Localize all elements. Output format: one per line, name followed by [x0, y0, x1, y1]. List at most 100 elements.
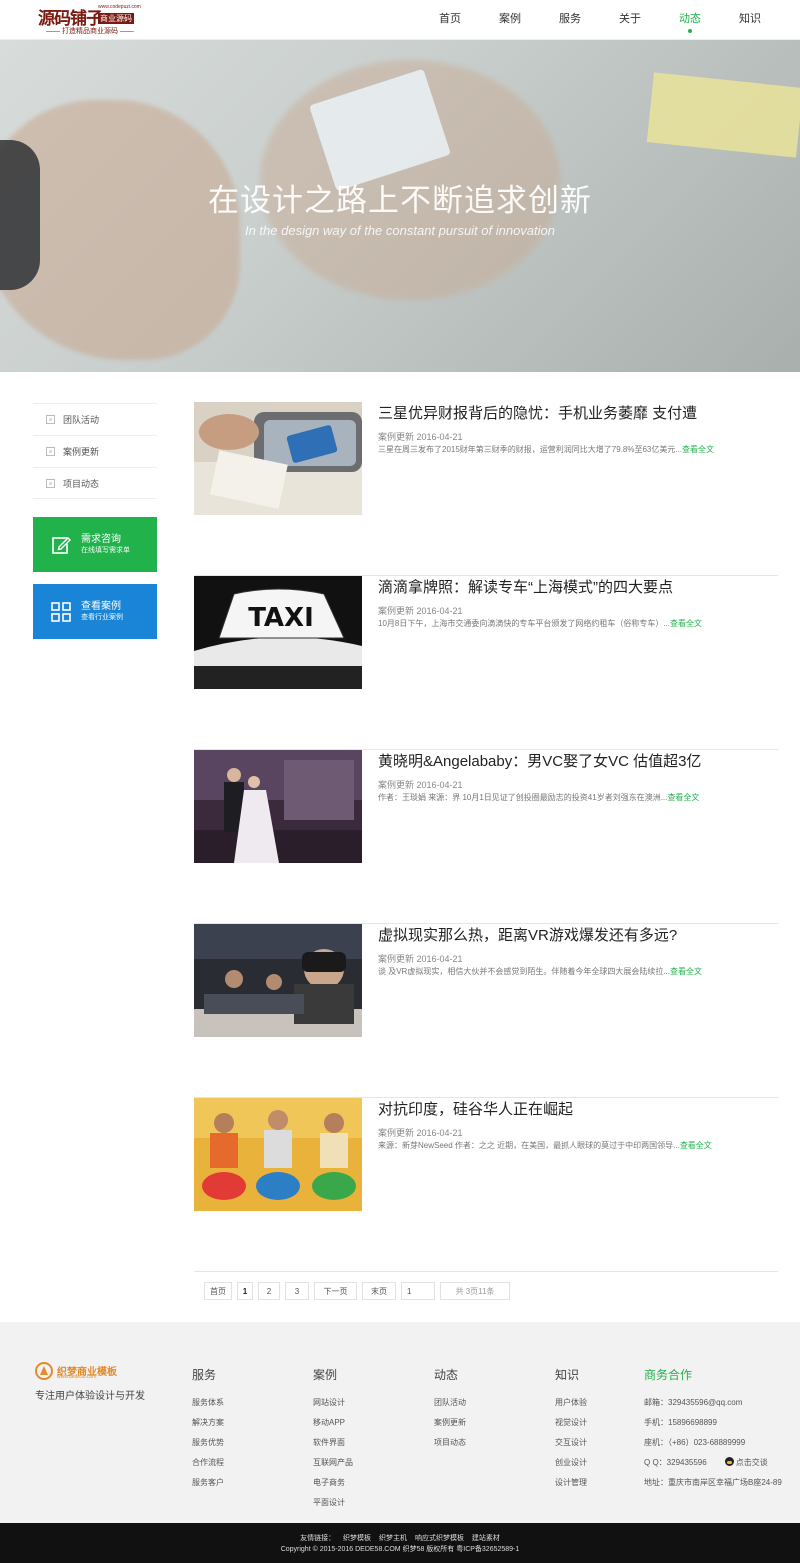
contact-address: 地址：重庆市南岸区幸福广场B座24-89	[644, 1478, 782, 1487]
logo-badge: 商业源码	[98, 13, 134, 24]
friend-link[interactable]: 响应式织梦模板	[415, 1535, 464, 1542]
article-title[interactable]: 三星优异财报背后的隐忧：手机业务萎靡 支付遭	[378, 402, 697, 423]
footer-link[interactable]: 团队活动	[434, 1393, 466, 1413]
footer-link[interactable]: 创业设计	[555, 1453, 587, 1473]
friend-links-label: 友情链接：	[300, 1535, 336, 1542]
footer-logo-icon	[35, 1362, 53, 1380]
friend-link[interactable]: 建站素材	[472, 1535, 500, 1542]
sidebar-item-team[interactable]: 团队活动	[33, 403, 157, 435]
article-summary: 谈 及VR虚拟现实，相信大伙并不会感觉到陌生。伴随着今年全球四大展会陆续拉...…	[378, 967, 703, 976]
article-item: 虚拟现实那么热，距离VR游戏爆发还有多远? 案例更新 2016-04-21 谈 …	[194, 924, 778, 1098]
nav-home[interactable]: 首页	[420, 0, 480, 40]
footer-col-knowledge: 知识 用户体验 视觉设计 交互设计 创业设计 设计管理	[555, 1366, 587, 1493]
read-more-link[interactable]: 查看全文	[682, 445, 714, 454]
site-logo[interactable]: 源码铺子 www.codepuzi.com 商业源码 —— 打造精品商业源码 —…	[38, 4, 141, 36]
footer-link[interactable]: 项目动态	[434, 1433, 466, 1453]
footer-link[interactable]: 交互设计	[555, 1433, 587, 1453]
page-last[interactable]: 末页	[362, 1282, 396, 1300]
article-thumbnail[interactable]: TAXI	[194, 576, 362, 689]
page-next[interactable]: 下一页	[314, 1282, 357, 1300]
sidebar-item-label: 团队活动	[63, 415, 100, 425]
sidebar-categories: 团队活动 案例更新 项目动态	[33, 403, 157, 499]
nav-knowledge[interactable]: 知识	[720, 0, 780, 40]
sidebar-item-label: 项目动态	[63, 478, 100, 489]
site-footer: 织梦商业模板 www.dede58.com 专注用户体验设计与开发 服务 服务体…	[0, 1322, 800, 1523]
logo-url: www.codepuzi.com	[98, 4, 141, 10]
footer-link[interactable]: 设计管理	[555, 1473, 587, 1493]
footer-link[interactable]: 平面设计	[313, 1493, 353, 1513]
svg-text:TAXI: TAXI	[248, 603, 314, 633]
article-thumbnail[interactable]	[194, 1098, 362, 1211]
view-cases-title: 查看案例	[81, 601, 121, 612]
contact-qq: Q Q：329435596 点击交谈	[644, 1457, 768, 1467]
hero-banner: 在设计之路上不断追求创新 In the design way of the co…	[0, 40, 800, 372]
footer-contact: 商务合作 邮箱：329435596@qq.com 手机：15896698899 …	[644, 1366, 782, 1493]
nav-about[interactable]: 关于	[600, 0, 660, 40]
page-jump-input[interactable]: 1	[401, 1282, 435, 1300]
footer-link[interactable]: 服务客户	[192, 1473, 224, 1493]
article-title[interactable]: 滴滴拿牌照：解读专车“上海模式”的四大要点	[378, 576, 673, 597]
read-more-link[interactable]: 查看全文	[680, 1141, 712, 1150]
footer-col-services: 服务 服务体系 解决方案 服务优势 合作流程 服务客户	[192, 1366, 224, 1493]
sidebar-item-case-update[interactable]: 案例更新	[33, 435, 157, 467]
article-item: 三星优异财报背后的隐忧：手机业务萎靡 支付遭 案例更新 2016-04-21 三…	[194, 402, 778, 576]
friend-link[interactable]: 织梦主机	[379, 1535, 407, 1542]
inquiry-title: 需求咨询	[81, 534, 121, 545]
article-meta: 案例更新 2016-04-21	[378, 1128, 463, 1138]
footer-link[interactable]: 服务优势	[192, 1433, 224, 1453]
qq-chat-link[interactable]: 点击交谈	[736, 1458, 768, 1467]
view-cases-subtitle: 查看行业案例	[81, 614, 123, 621]
footer-link[interactable]: 合作流程	[192, 1453, 224, 1473]
nav-news[interactable]: 动态	[660, 0, 720, 40]
article-title[interactable]: 黄晓明&Angelababy：男VC娶了女VC 估值超3亿	[378, 750, 701, 771]
footer-slogan: 专注用户体验设计与开发	[35, 1391, 145, 1402]
read-more-link[interactable]: 查看全文	[667, 793, 699, 802]
footer-link[interactable]: 案例更新	[434, 1413, 466, 1433]
article-summary: 作者：王琰娟 来源：界 10月1日见证了创投圈最励志的投资41岁者刘强东在澳洲.…	[378, 793, 700, 802]
page-number[interactable]: 1	[237, 1282, 253, 1300]
article-item: 对抗印度，硅谷华人正在崛起 案例更新 2016-04-21 来源：新芽NewSe…	[194, 1098, 778, 1272]
page-number[interactable]: 3	[285, 1282, 309, 1300]
article-summary: 来源：新芽NewSeed 作者：之之 近期，在美国，最抓人眼球的莫过于中印两国领…	[378, 1141, 712, 1150]
article-title[interactable]: 虚拟现实那么热，距离VR游戏爆发还有多远?	[378, 924, 677, 945]
footer-link[interactable]: 互联网产品	[313, 1453, 353, 1473]
article-title[interactable]: 对抗印度，硅谷华人正在崛起	[378, 1098, 573, 1119]
footer-link[interactable]: 解决方案	[192, 1413, 224, 1433]
footer-col-title: 知识	[555, 1368, 580, 1382]
footer-link[interactable]: 移动APP	[313, 1413, 353, 1433]
article-item: 黄晓明&Angelababy：男VC娶了女VC 估值超3亿 案例更新 2016-…	[194, 750, 778, 924]
footer-link[interactable]: 软件界面	[313, 1433, 353, 1453]
article-meta: 案例更新 2016-04-21	[378, 432, 463, 442]
category-icon	[46, 415, 55, 424]
view-cases-button[interactable]: 查看案例 查看行业案例	[33, 584, 157, 639]
footer-link[interactable]: 视觉设计	[555, 1413, 587, 1433]
footer-link[interactable]: 电子商务	[313, 1473, 353, 1493]
read-more-link[interactable]: 查看全文	[670, 967, 702, 976]
article-item: TAXI 滴滴拿牌照：解读专车“上海模式”的四大要点 案例更新 2016-04-…	[194, 576, 778, 750]
nav-services[interactable]: 服务	[540, 0, 600, 40]
inquiry-subtitle: 在线填写需求单	[81, 547, 130, 554]
qq-icon	[724, 1457, 734, 1466]
article-thumbnail[interactable]	[194, 750, 362, 863]
site-header: 源码铺子 www.codepuzi.com 商业源码 —— 打造精品商业源码 —…	[0, 0, 800, 40]
sidebar-item-project-news[interactable]: 项目动态	[33, 467, 157, 499]
footer-logo[interactable]: 织梦商业模板 www.dede58.com	[35, 1362, 155, 1382]
footer-col-title: 服务	[192, 1368, 217, 1382]
read-more-link[interactable]: 查看全文	[670, 619, 702, 628]
pagination: 首页 1 2 3 下一页 末页 1 共 3页11条	[204, 1282, 515, 1300]
article-thumbnail[interactable]	[194, 402, 362, 515]
footer-link[interactable]: 网站设计	[313, 1393, 353, 1413]
footer-col-news: 动态 团队活动 案例更新 项目动态	[434, 1366, 466, 1453]
page-number[interactable]: 2	[258, 1282, 280, 1300]
footer-link[interactable]: 用户体验	[555, 1393, 587, 1413]
friend-link[interactable]: 织梦模板	[343, 1535, 371, 1542]
nav-cases[interactable]: 案例	[480, 0, 540, 40]
article-meta: 案例更新 2016-04-21	[378, 954, 463, 964]
banner-subtitle: In the design way of the constant pursui…	[244, 223, 556, 238]
footer-link[interactable]: 服务体系	[192, 1393, 224, 1413]
inquiry-button[interactable]: 需求咨询 在线填写需求单	[33, 517, 157, 572]
copyright: Copyright © 2015-2016 DEDE58.COM 织梦58 版权…	[280, 1546, 520, 1553]
article-list: 三星优异财报背后的隐忧：手机业务萎靡 支付遭 案例更新 2016-04-21 三…	[194, 402, 778, 1272]
page-first[interactable]: 首页	[204, 1282, 232, 1300]
article-thumbnail[interactable]	[194, 924, 362, 1037]
